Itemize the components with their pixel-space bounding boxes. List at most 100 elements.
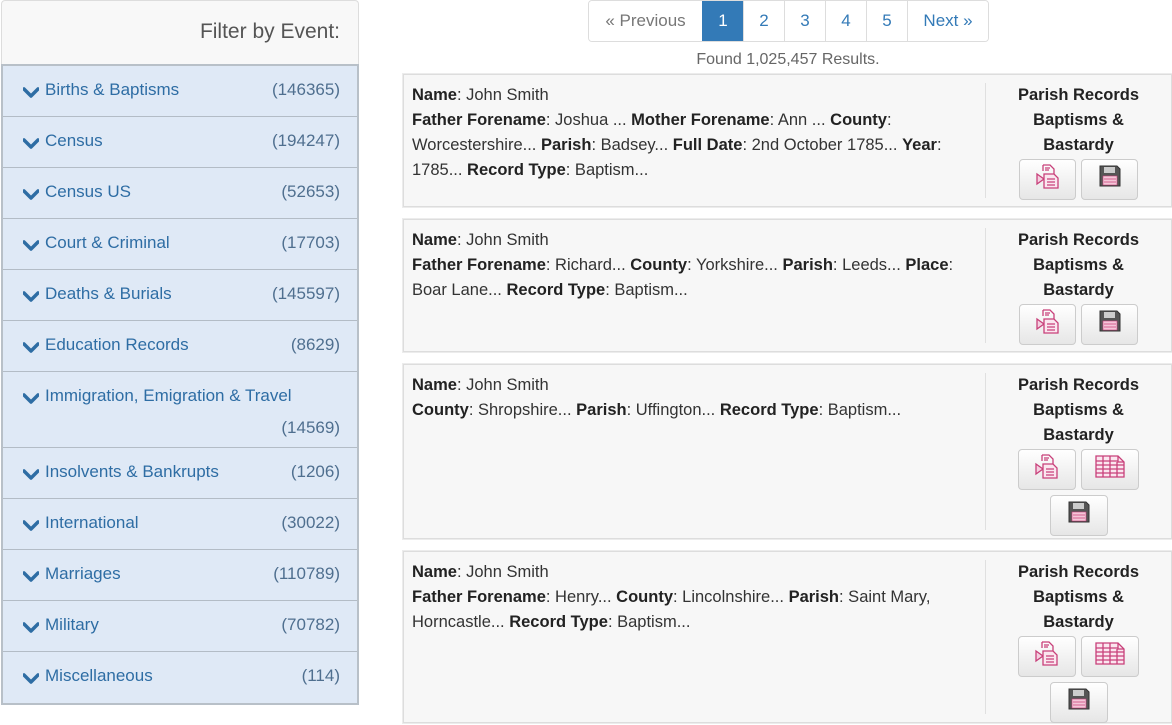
filter-item-count: (110789) xyxy=(273,564,340,583)
transcript-icon xyxy=(1034,162,1062,198)
page-2-button[interactable]: 2 xyxy=(743,1,784,41)
filter-item[interactable]: Miscellaneous (114) xyxy=(3,652,357,703)
field-label: Name xyxy=(412,563,457,581)
field-value: : Richard... xyxy=(545,256,631,274)
field-label: Year xyxy=(902,136,937,154)
filter-item[interactable]: Education Records (8629) xyxy=(3,321,357,372)
filter-item-count: (52653) xyxy=(281,182,340,201)
filter-item-label-group: Births & Baptisms xyxy=(22,80,179,100)
field-value: : Joshua ... xyxy=(545,111,632,129)
transcript-icon xyxy=(1034,307,1062,343)
field-label: Record Type xyxy=(509,613,608,631)
filter-item-label-group: Census xyxy=(22,131,103,151)
filter-item-label-group: Miscellaneous xyxy=(22,666,153,686)
filter-item[interactable]: Census (194247) xyxy=(3,117,357,168)
image-icon xyxy=(1093,452,1127,488)
field-label: Parish xyxy=(788,588,840,606)
record-source: Parish Records Baptisms & Bastardy xyxy=(985,560,1171,723)
view-transcript-button[interactable] xyxy=(1018,449,1076,490)
filter-item-label: Military xyxy=(45,615,99,634)
result-card: Name: John Smith County: Shropshire... Pa… xyxy=(403,364,1172,539)
filter-item-label-group: Insolvents & Bankrupts xyxy=(22,462,219,482)
filter-item-label-group: Marriages xyxy=(22,564,121,584)
filter-item[interactable]: Court & Criminal (17703) xyxy=(3,219,357,270)
previous-page-button[interactable]: « Previous xyxy=(589,1,702,41)
field-label: Parish xyxy=(540,136,592,154)
result-card: Name: John Smith Father Forename: Henry..… xyxy=(403,551,1172,723)
save-icon xyxy=(1065,685,1093,721)
filter-item[interactable]: Deaths & Burials (145597) xyxy=(3,270,357,321)
save-button[interactable] xyxy=(1081,304,1138,345)
field-value: : 2nd October 1785... xyxy=(742,136,903,154)
filter-item-label-group: Court & Criminal xyxy=(22,233,170,253)
filter-item-count: (146365) xyxy=(271,80,340,99)
page-1-button[interactable]: 1 xyxy=(702,1,743,41)
result-details: Name: John Smith Father Forename: Richard… xyxy=(404,220,985,351)
record-source-line: Bastardy xyxy=(1043,426,1114,444)
chevron-down-icon xyxy=(22,237,40,251)
record-source: Parish Records Baptisms & Bastardy xyxy=(985,228,1171,345)
filter-title: Filter by Event: xyxy=(1,0,359,64)
page-3-button[interactable]: 3 xyxy=(784,1,825,41)
transcript-icon xyxy=(1033,452,1061,488)
page-4-button[interactable]: 4 xyxy=(825,1,866,41)
field-label: Father Forename xyxy=(412,588,546,606)
record-source: Parish Records Baptisms & Bastardy xyxy=(985,83,1171,200)
save-icon xyxy=(1096,162,1124,198)
field-label: Parish xyxy=(576,401,627,419)
save-button[interactable] xyxy=(1081,159,1138,200)
field-label: County xyxy=(830,111,887,129)
field-value: : John Smith xyxy=(456,563,549,581)
result-line: Name: John Smith xyxy=(412,83,977,108)
chevron-down-icon xyxy=(22,186,40,200)
field-label: Name xyxy=(412,231,457,249)
field-label: County xyxy=(616,588,673,606)
results-count: Found 1,025,457 Results. xyxy=(696,51,880,68)
field-value: : Leeds... xyxy=(832,256,906,274)
chevron-down-icon xyxy=(22,390,40,404)
view-image-button[interactable] xyxy=(1081,449,1139,490)
record-source-line: Baptisms & xyxy=(1033,111,1124,129)
filter-item[interactable]: Census US (52653) xyxy=(3,168,357,219)
filter-item-count: (14569) xyxy=(281,417,340,437)
filter-item[interactable]: Military (70782) xyxy=(3,601,357,652)
field-value: : John Smith xyxy=(456,231,549,249)
filter-item-count: (70782) xyxy=(281,615,340,634)
field-label: Name xyxy=(412,376,457,394)
field-value: : John Smith xyxy=(456,86,549,104)
field-value: : Baptism... xyxy=(607,613,691,631)
filter-item-label: Insolvents & Bankrupts xyxy=(45,462,219,481)
filter-item[interactable]: Insolvents & Bankrupts (1206) xyxy=(3,448,357,499)
record-source-line: Bastardy xyxy=(1043,281,1114,299)
page-5-button[interactable]: 5 xyxy=(866,1,907,41)
chevron-down-icon xyxy=(22,619,40,633)
field-label: Record Type xyxy=(467,161,566,179)
record-source-line: Baptisms & xyxy=(1033,588,1124,606)
filter-item[interactable]: International (30022) xyxy=(3,499,357,550)
filter-item[interactable]: Marriages (110789) xyxy=(3,550,357,601)
field-label: Record Type xyxy=(506,281,606,299)
record-actions xyxy=(986,303,1171,345)
record-actions xyxy=(986,448,1171,536)
view-transcript-button[interactable] xyxy=(1019,304,1076,345)
result-line: Father Forename: Richard... County: York… xyxy=(412,253,977,303)
filter-item-label: Education Records xyxy=(45,335,189,354)
view-image-button[interactable] xyxy=(1081,636,1139,677)
chevron-down-icon xyxy=(22,135,40,149)
view-transcript-button[interactable] xyxy=(1018,636,1076,677)
field-value: : Lincolnshire... xyxy=(673,588,789,606)
next-page-button[interactable]: Next » xyxy=(907,1,988,41)
result-card: Name: John Smith Father Forename: Joshua … xyxy=(403,74,1172,207)
filter-item-label: Deaths & Burials xyxy=(45,284,172,303)
filter-item-count: (194247) xyxy=(271,131,340,150)
save-button[interactable] xyxy=(1049,682,1108,723)
filter-item[interactable]: Births & Baptisms (146365) xyxy=(3,66,357,117)
view-transcript-button[interactable] xyxy=(1019,159,1076,200)
chevron-down-icon xyxy=(22,84,40,98)
field-value: : John Smith xyxy=(456,376,549,394)
filter-item[interactable]: Immigration, Emigration & Travel (14569) xyxy=(3,372,357,448)
filter-item-label: Census US xyxy=(45,182,131,201)
result-card: Name: John Smith Father Forename: Richard… xyxy=(403,219,1172,352)
filter-list: Births & Baptisms (146365) Census (194247) C… xyxy=(1,64,359,705)
save-button[interactable] xyxy=(1049,495,1108,536)
